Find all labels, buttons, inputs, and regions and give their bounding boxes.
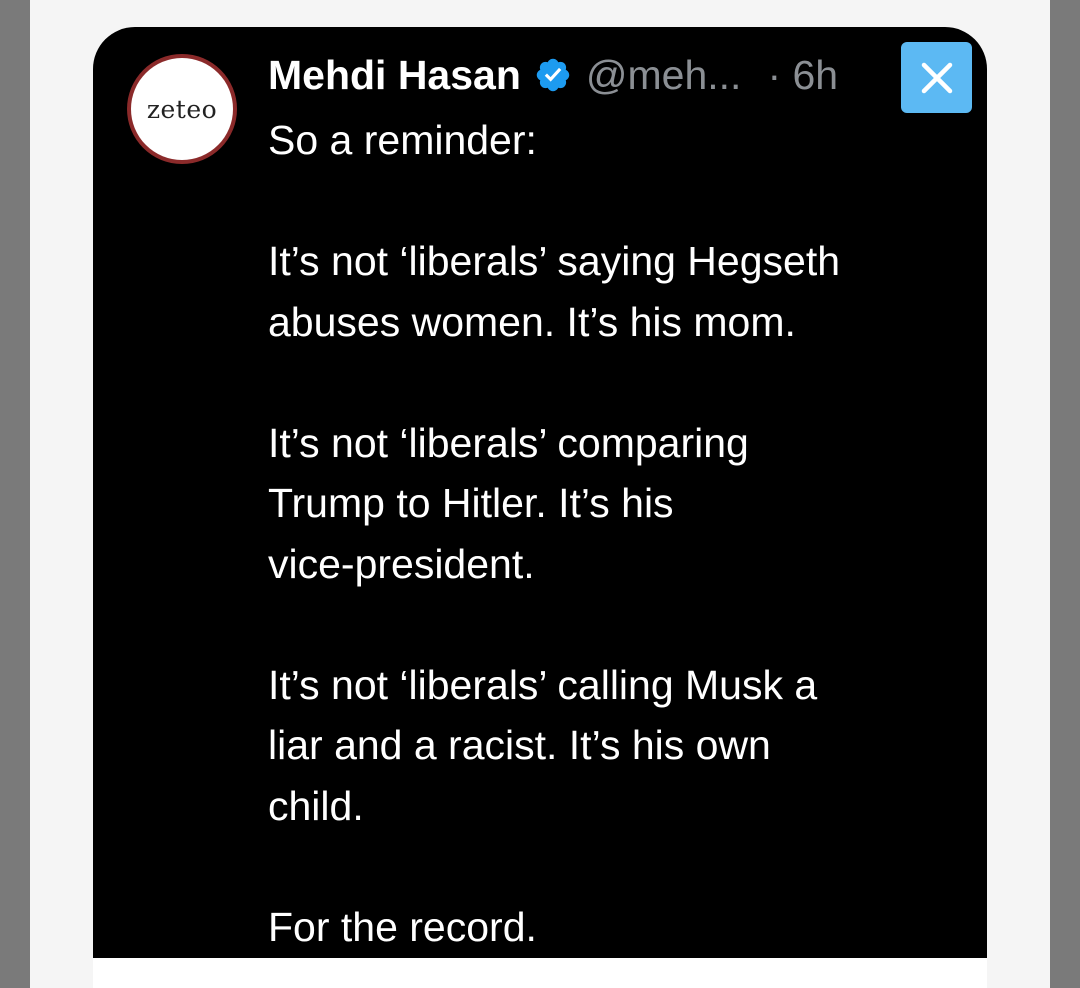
- close-button[interactable]: [901, 42, 972, 113]
- author-handle[interactable]: @meh...: [586, 52, 742, 99]
- tweet-paragraph: It’s not ‘liberals’ saying Hegseth abuse…: [268, 238, 841, 345]
- author-name[interactable]: Mehdi Hasan: [268, 52, 521, 99]
- avatar-logo: zeteo: [131, 58, 233, 160]
- avatar[interactable]: zeteo: [127, 54, 237, 164]
- verified-badge-icon: [536, 58, 570, 92]
- tweet-paragraph: It’s not ‘liberals’ calling Musk a liar …: [268, 661, 818, 829]
- next-item-strip: [93, 958, 987, 988]
- tweet-header: Mehdi Hasan @meh... · 6h: [268, 50, 838, 100]
- tweet-timestamp[interactable]: · 6h: [767, 52, 838, 99]
- tweet-text: So a reminder: It’s not ‘liberals’ sayin…: [268, 110, 948, 957]
- avatar-logo-text: zeteo: [146, 94, 218, 124]
- tweet-paragraph: It’s not ‘liberals’ comparing Trump to H…: [268, 419, 749, 587]
- close-icon: [921, 62, 952, 93]
- tweet-paragraph: So a reminder:: [268, 117, 537, 163]
- tweet-paragraph: For the record.: [268, 903, 537, 950]
